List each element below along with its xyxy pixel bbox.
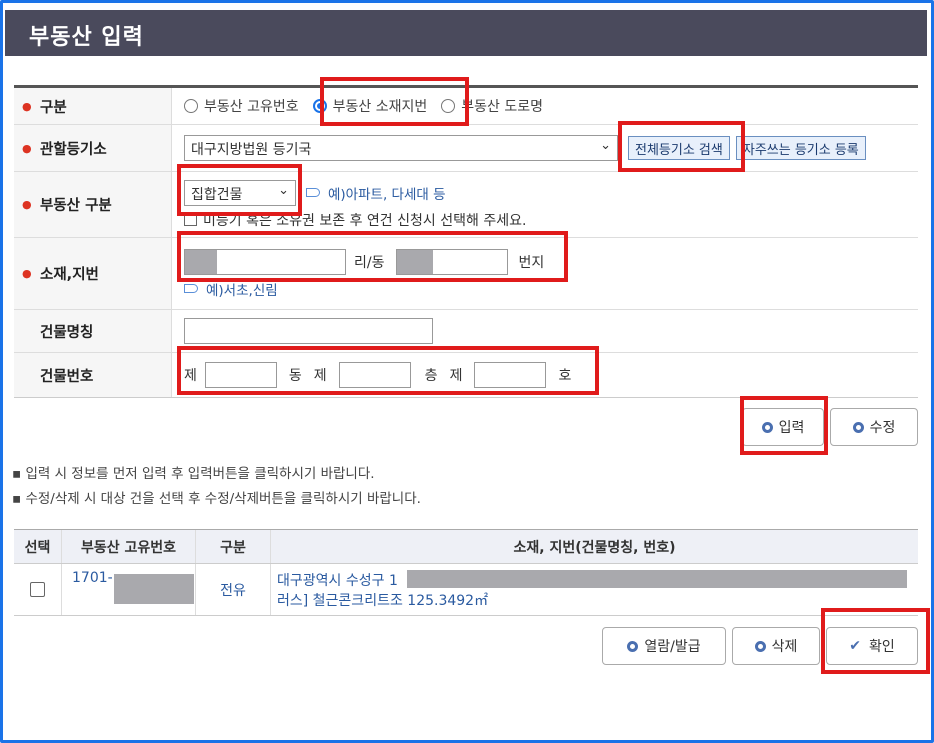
circle-icon [852, 421, 864, 433]
property-form: ● 구분 부동산 고유번호 부동산 소재지번 부동산 도로명 ● 관할등기소 대구지… [14, 85, 918, 398]
row-property-type: ● 부동산 구분 집합건물 ⌄ 예)아파트, 다세대 등 미등기 혹은 소유권 보존… [14, 172, 918, 238]
building-number-label: 건물번호 [40, 368, 94, 385]
redacted-block [114, 574, 194, 604]
beonji-input[interactable] [396, 248, 509, 275]
unique-number-link[interactable]: 1701- [72, 570, 113, 586]
address-hint: 예)서초,신림 [206, 282, 278, 299]
arrow-tag-icon [184, 284, 198, 293]
ri-dong-label: 리/동 [354, 254, 385, 271]
address-line1: 대구광역시 수성구 1 [277, 572, 398, 589]
row-building-number: 건물번호 제 동 제 층 제 호 [14, 353, 918, 397]
unit-label: 호 [558, 368, 572, 384]
circle-icon [627, 640, 639, 652]
radio-road-name[interactable]: 부동산 도로명 [441, 96, 543, 116]
registry-select[interactable]: 대구지방법원 등기국 ⌄ [184, 135, 618, 161]
registry-label: 관할등기소 [40, 141, 107, 158]
chevron-down-icon: ⌄ [278, 182, 289, 198]
row-type: ● 구분 부동산 고유번호 부동산 소재지번 부동산 도로명 [14, 88, 918, 125]
check-icon: ✔ [849, 638, 861, 654]
input-button[interactable]: 입력 [742, 408, 824, 446]
radio-unique-number[interactable]: 부동산 고유번호 [184, 96, 299, 116]
dong-number-input[interactable] [204, 362, 277, 388]
circle-icon [754, 640, 766, 652]
col-address: 소재, 지번(건물명칭, 번호) [513, 539, 676, 556]
redacted-block [407, 570, 907, 588]
delete-button[interactable]: 삭제 [732, 627, 820, 665]
search-all-registry-button[interactable]: 전체등기소 검색 [628, 136, 730, 160]
ri-dong-input[interactable] [184, 248, 346, 275]
floor-label: 층 [424, 368, 438, 384]
view-issue-button[interactable]: 열람/발급 [602, 627, 726, 665]
table-header: 선택 부동산 고유번호 구분 소재, 지번(건물명칭, 번호) [14, 530, 918, 564]
address-line2: 러스] 철근콘크리트조 125.3492㎡ [277, 592, 489, 609]
property-type-hint: 예)아파트, 다세대 등 [328, 186, 446, 203]
address-label: 소재,지번 [40, 267, 99, 283]
radio-location-lot[interactable]: 부동산 소재지번 [312, 96, 427, 116]
circle-icon [761, 421, 773, 433]
page-title: 부동산 입력 [5, 10, 927, 56]
confirm-button[interactable]: ✔ 확인 [826, 627, 918, 665]
note-item: ▪ 수정/삭제 시 대상 건을 선택 후 수정/삭제버튼을 클릭하시기 바랍니다… [12, 491, 421, 507]
type-label: 구분 [40, 99, 67, 116]
chevron-down-icon: ⌄ [600, 138, 611, 153]
row-address: ● 소재,지번 리/동 번지 예)서초,신림 [14, 238, 918, 310]
unregistered-checkbox-label: 미등기 혹은 소유권 보존 후 연건 신청시 선택해 주세요. [203, 212, 527, 229]
note-item: ▪ 입력 시 정보를 먼저 입력 후 입력버튼을 클릭하시기 바랍니다. [12, 466, 375, 482]
arrow-tag-icon [306, 188, 320, 197]
unit-number-input[interactable] [474, 362, 547, 388]
building-name-input[interactable] [184, 318, 433, 344]
building-name-label: 건물명칭 [40, 324, 94, 341]
row-select-checkbox[interactable] [30, 582, 45, 597]
col-select: 선택 [14, 530, 62, 563]
property-table: 선택 부동산 고유번호 구분 소재, 지번(건물명칭, 번호) 1701- 전유… [14, 529, 918, 616]
je-label: 제 [449, 368, 463, 384]
unregistered-checkbox[interactable] [184, 213, 197, 226]
property-type-label: 부동산 구분 [40, 198, 112, 214]
property-type-select[interactable]: 집합건물 ⌄ [184, 179, 296, 206]
notes: ▪ 입력 시 정보를 먼저 입력 후 입력버튼을 클릭하시기 바랍니다. ▪ 수… [12, 462, 421, 512]
je-label: 제 [313, 368, 327, 384]
floor-number-input[interactable] [338, 362, 411, 388]
beonji-label: 번지 [518, 254, 545, 271]
edit-button[interactable]: 수정 [830, 408, 918, 446]
register-favorite-registry-button[interactable]: 자주쓰는 등기소 등록 [735, 136, 866, 160]
row-building-name: 건물명칭 [14, 310, 918, 353]
table-row[interactable]: 1701- 전유 대구광역시 수성구 1 러스] 철근콘크리트조 125.349… [14, 564, 918, 616]
type-cell: 전유 [196, 564, 271, 615]
dong-label: 동 [288, 368, 302, 384]
row-registry: ● 관할등기소 대구지방법원 등기국 ⌄ 전체등기소 검색 자주쓰는 등기소 등록 [14, 125, 918, 172]
required-mark: ● [22, 99, 32, 113]
col-unique-number: 부동산 고유번호 [62, 530, 196, 563]
col-type: 구분 [196, 530, 271, 563]
je-label: 제 [184, 368, 197, 384]
